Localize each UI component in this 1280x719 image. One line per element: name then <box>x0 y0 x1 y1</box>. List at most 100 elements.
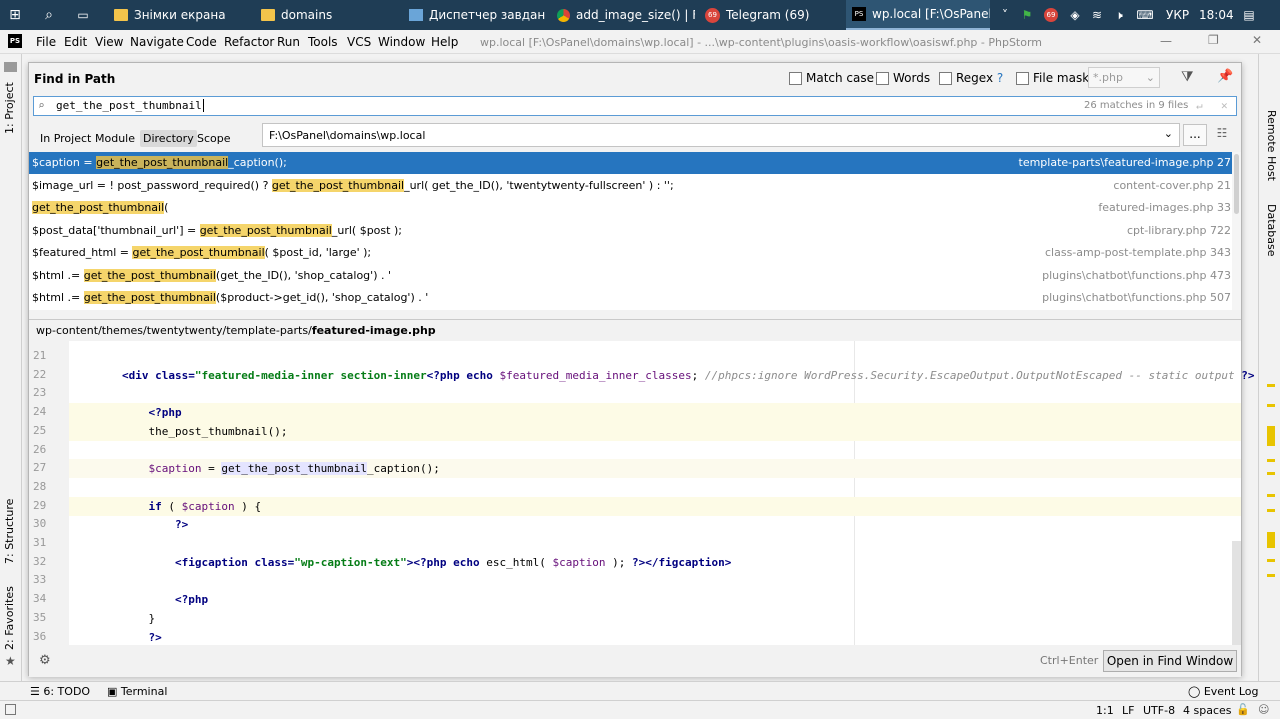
code-line[interactable]: the_post_thumbnail(); <box>69 421 1241 441</box>
menu-code[interactable]: Code <box>186 35 217 49</box>
taskbar-item-screenshots[interactable]: Знімки екрана <box>106 0 246 30</box>
menu-refactor[interactable]: Refactor <box>224 35 274 49</box>
telegram-tray-icon[interactable]: 69 <box>1044 8 1058 22</box>
tool-tab-structure[interactable]: 7: Structure <box>3 499 16 564</box>
menu-view[interactable]: View <box>95 35 123 49</box>
menu-file[interactable]: File <box>36 35 56 49</box>
result-row[interactable]: $html .= get_the_post_thumbnail($product… <box>29 287 1241 309</box>
clear-icon[interactable]: ✕ <box>1221 99 1228 112</box>
code-line[interactable]: ?> <box>69 515 1241 534</box>
task-view-icon[interactable]: ▭ <box>76 8 90 22</box>
tool-tab-favorites[interactable]: 2: Favorites <box>3 586 16 650</box>
pin-icon[interactable]: 📌 <box>1217 69 1233 84</box>
code-line[interactable]: <?php <box>69 403 1241 423</box>
file-mask-select[interactable]: *.php ⌄ <box>1088 67 1160 88</box>
scope-in-project[interactable]: In Project <box>37 130 94 147</box>
task-manager-icon <box>409 9 423 21</box>
taskbar-item-domains[interactable]: domains <box>253 0 393 30</box>
chevron-up-icon[interactable]: ˅ <box>998 8 1012 22</box>
result-row[interactable]: $image_url = ! post_password_required() … <box>29 175 1241 197</box>
code-line[interactable]: ?> <box>69 628 1241 647</box>
tool-tab-remote-host[interactable]: Remote Host <box>1265 110 1278 181</box>
search-input[interactable]: ⌕ get_the_post_thumbnail 26 matches in 9… <box>33 96 1237 116</box>
menu-edit[interactable]: Edit <box>64 35 87 49</box>
words-option[interactable]: Words <box>876 71 930 85</box>
code-line[interactable] <box>69 571 1241 590</box>
code-line[interactable]: $caption = get_the_post_thumbnail_captio… <box>69 459 1241 479</box>
code-line[interactable]: <figcaption class="wp-caption-text"><?ph… <box>69 553 1241 572</box>
code-line[interactable]: <?php <box>69 590 1241 609</box>
flag-icon[interactable]: ⚑ <box>1020 8 1034 22</box>
menu-help[interactable]: Help <box>431 35 458 49</box>
search-icon[interactable]: ⌕ <box>42 8 56 22</box>
tool-tab-todo[interactable]: ☰ 6: TODO <box>30 685 90 698</box>
filter-icon[interactable]: ⧩ <box>1181 69 1194 85</box>
taskbar-item-task-manager[interactable]: Диспетчер завдань <box>401 0 546 30</box>
file-mask-checkbox[interactable] <box>1016 72 1029 85</box>
close-icon[interactable]: ✕ <box>1252 33 1262 47</box>
taskbar-item-telegram[interactable]: 69 Telegram (69) <box>700 0 840 30</box>
scope-module[interactable]: Module <box>92 130 138 147</box>
code-line[interactable] <box>69 534 1241 553</box>
lock-icon[interactable]: 🔓 <box>1236 703 1250 716</box>
result-row[interactable]: $post_data['thumbnail_url'] = get_the_po… <box>29 220 1241 242</box>
maximize-icon[interactable]: ❐ <box>1208 33 1219 47</box>
tool-tab-terminal[interactable]: ▣ Terminal <box>107 685 167 698</box>
tool-windows-icon[interactable] <box>5 704 16 715</box>
code-line[interactable] <box>69 478 1241 497</box>
menu-tools[interactable]: Tools <box>308 35 338 49</box>
menu-vcs[interactable]: VCS <box>347 35 371 49</box>
menu-navigate[interactable]: Navigate <box>130 35 184 49</box>
results-scrollbar[interactable] <box>1232 152 1241 310</box>
notifications-icon[interactable]: ▤ <box>1242 8 1256 22</box>
regex-option[interactable]: Regex ? <box>939 71 1003 85</box>
regex-help-link[interactable]: ? <box>997 71 1003 85</box>
code-line[interactable]: if ( $caption ) { <box>69 496 1241 516</box>
result-row[interactable]: $caption = get_the_post_thumbnail_captio… <box>29 152 1241 174</box>
tool-tab-event-log[interactable]: ◯ Event Log <box>1188 685 1258 698</box>
words-checkbox[interactable] <box>876 72 889 85</box>
clock[interactable]: 18:04 <box>1199 8 1234 22</box>
phpstorm-app-icon[interactable]: PS <box>8 34 22 48</box>
volume-muted-icon[interactable]: 🕨 <box>1112 8 1126 22</box>
file-encoding[interactable]: UTF-8 <box>1143 704 1175 717</box>
code-line[interactable]: <div class="featured-media-inner section… <box>69 366 1255 385</box>
menu-run[interactable]: Run <box>277 35 300 49</box>
tool-tab-project[interactable]: 1: Project <box>3 82 16 134</box>
windows-start-icon[interactable]: ⊞ <box>8 8 22 22</box>
newline-icon[interactable]: ↵ <box>1196 99 1203 112</box>
menu-window[interactable]: Window <box>378 35 425 49</box>
scope-directory[interactable]: Directory <box>140 130 197 147</box>
line-separator[interactable]: LF <box>1122 704 1134 717</box>
result-row[interactable]: $featured_html = get_the_post_thumbnail(… <box>29 242 1241 264</box>
result-row[interactable]: get_the_post_thumbnail(featured-images.p… <box>29 197 1241 219</box>
caret-position[interactable]: 1:1 <box>1096 704 1114 717</box>
shield-icon[interactable]: ◈ <box>1068 8 1082 22</box>
language-indicator[interactable]: УКР <box>1166 8 1189 22</box>
open-in-find-window-button[interactable]: Open in Find Window <box>1103 650 1237 672</box>
code-line[interactable]: } <box>69 609 1241 628</box>
code-line[interactable] <box>69 441 1241 460</box>
editor-scrollbar[interactable] <box>1232 541 1241 645</box>
match-case-checkbox[interactable] <box>789 72 802 85</box>
inspection-icon[interactable]: ☺ <box>1258 703 1269 716</box>
settings-gear-icon[interactable]: ⚙ <box>39 653 51 668</box>
recursive-icon[interactable]: ☷ <box>1213 126 1231 144</box>
match-case-option[interactable]: Match case <box>789 71 874 85</box>
scope-scope[interactable]: Scope <box>194 130 234 147</box>
code-preview[interactable]: 21 22 23 24 25 26 27 28 29 30 31 32 33 34 35 36 <div cl… <box>29 341 1255 647</box>
taskbar-item-phpstorm[interactable]: PSwp.local [F:\OsPanel... <box>846 0 990 30</box>
tool-tab-database[interactable]: Database <box>1265 204 1278 257</box>
wifi-icon[interactable]: ≋ <box>1090 8 1104 22</box>
browse-button[interactable]: ... <box>1183 124 1207 146</box>
taskbar-item-chrome[interactable]: add_image_size() | Fu... <box>550 0 695 30</box>
directory-select[interactable]: F:\OsPanel\domains\wp.local ⌄ <box>262 123 1180 147</box>
minimize-icon[interactable]: — <box>1160 34 1172 48</box>
file-mask-option[interactable]: File mask: <box>1016 71 1093 85</box>
code-line[interactable] <box>69 384 1241 403</box>
code-line[interactable] <box>69 347 1241 366</box>
regex-checkbox[interactable] <box>939 72 952 85</box>
result-row[interactable]: $html .= get_the_post_thumbnail(get_the_… <box>29 265 1241 287</box>
keyboard-icon[interactable]: ⌨ <box>1136 8 1154 22</box>
indent-setting[interactable]: 4 spaces <box>1183 704 1232 717</box>
